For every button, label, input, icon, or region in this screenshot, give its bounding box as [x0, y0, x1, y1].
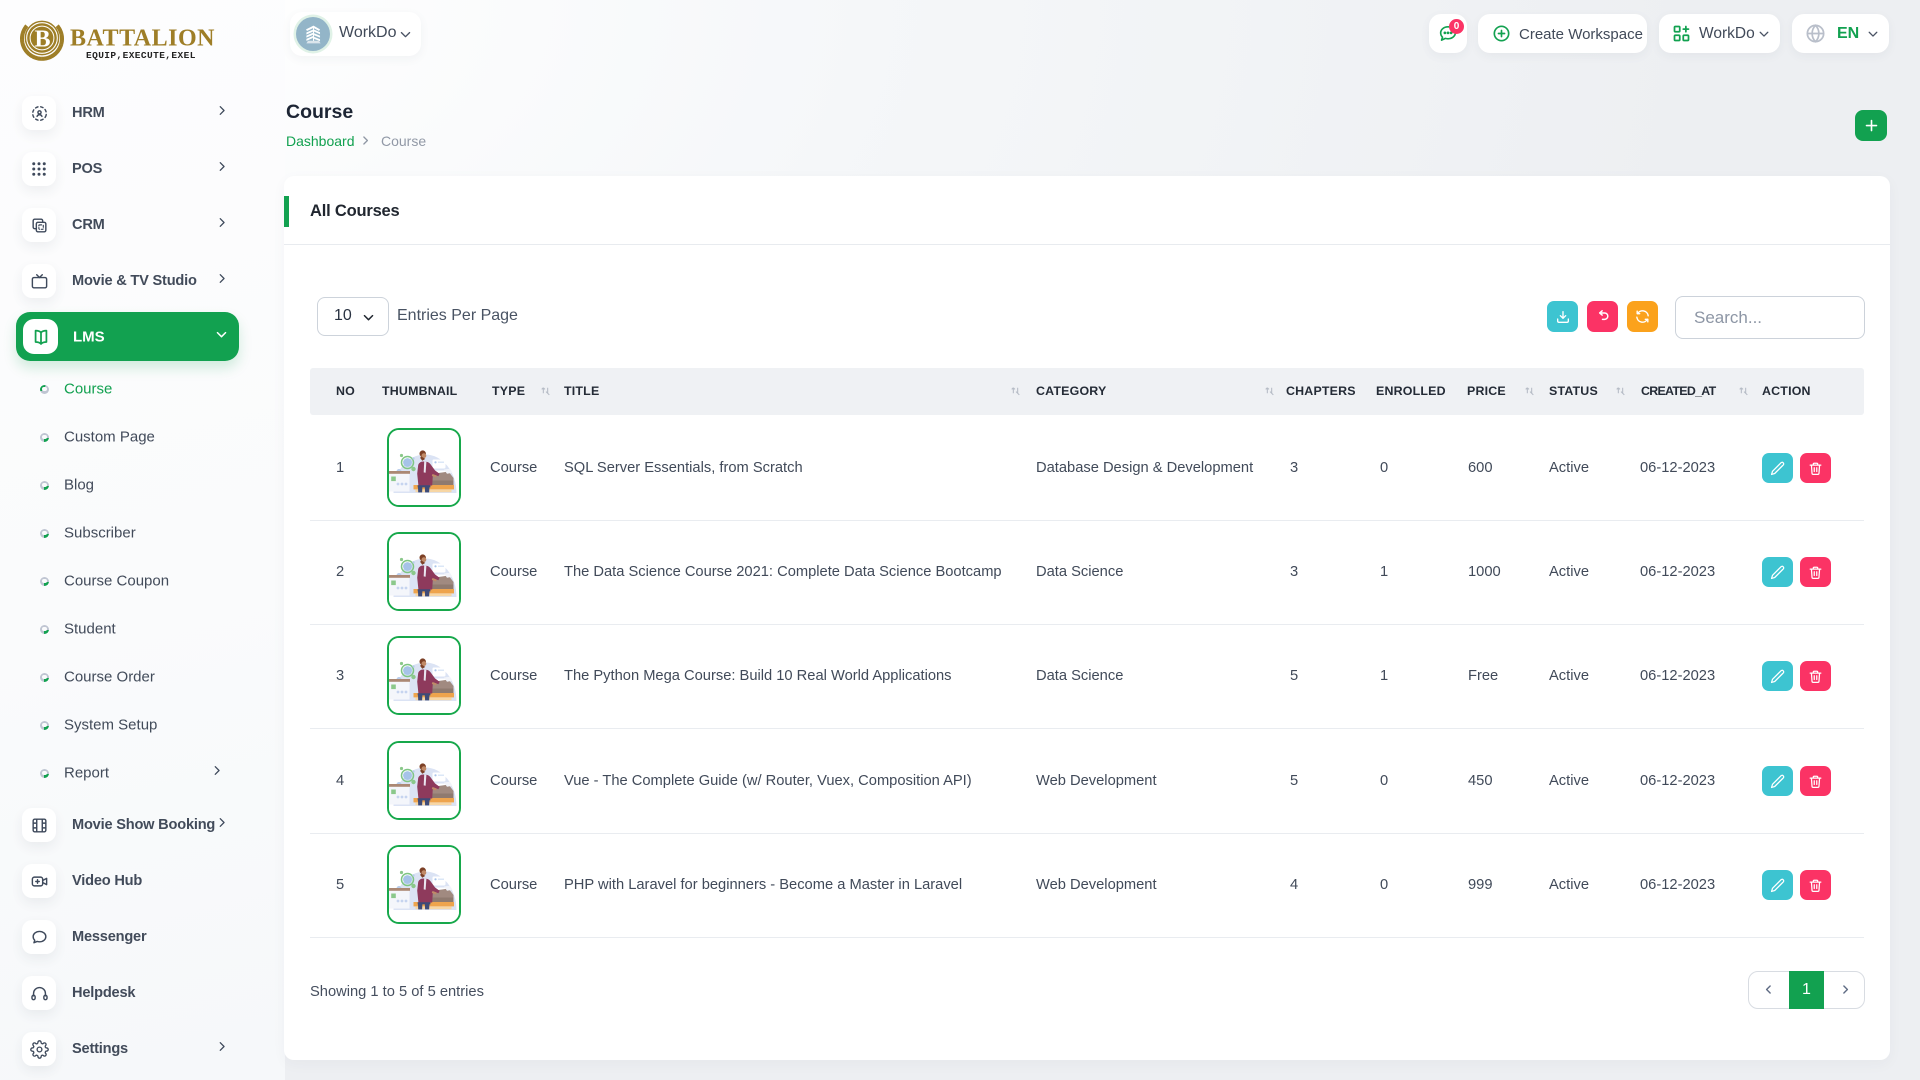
svg-text:BATTALION: BATTALION [70, 26, 215, 52]
svg-text:B: B [34, 27, 50, 53]
svg-text:EQUIP,EXECUTE,EXEL: EQUIP,EXECUTE,EXEL [86, 50, 196, 61]
